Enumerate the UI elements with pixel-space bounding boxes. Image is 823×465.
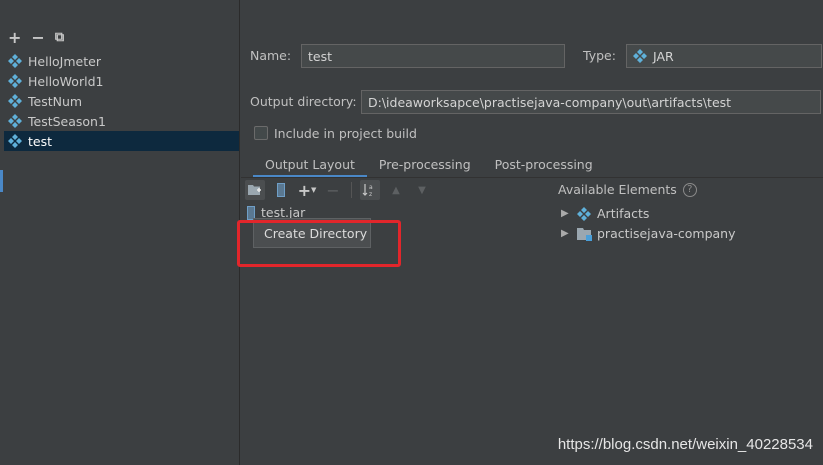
expand-arrow-icon[interactable]: ▶	[561, 228, 571, 239]
jar-artifact-icon	[8, 114, 22, 128]
artifact-list: HelloJmeter HelloWorld1 TestNum TestSeas…	[4, 51, 239, 151]
artifact-label: TestNum	[28, 93, 83, 109]
artifact-item-testnum[interactable]: TestNum	[4, 91, 239, 111]
available-item-label: practisejava-company	[597, 226, 736, 241]
tab-pre-processing[interactable]: Pre-processing	[367, 153, 483, 175]
include-in-build-checkbox[interactable]	[254, 126, 268, 140]
remove-artifact-button[interactable]: −	[31, 30, 44, 46]
new-folder-icon	[248, 185, 261, 195]
toolbar-separator	[351, 182, 352, 198]
artifact-item-testseason1[interactable]: TestSeason1	[4, 111, 239, 131]
output-directory-input[interactable]: D:\ideaworksapce\practisejava-company\ou…	[361, 90, 821, 114]
artifact-settings-panel: Name: test Type: JAR Output directory: D…	[237, 0, 823, 465]
artifact-item-test[interactable]: test	[4, 131, 239, 151]
sidebar-toolbar: + − ⧉	[8, 28, 64, 48]
name-value: test	[308, 48, 333, 64]
jar-type-icon	[633, 49, 647, 63]
remove-element-button[interactable]: −	[323, 180, 343, 200]
help-icon[interactable]: ?	[682, 182, 697, 197]
layout-tabs: Output Layout Pre-processing Post-proces…	[253, 153, 605, 178]
move-up-button[interactable]: ▲	[386, 180, 406, 200]
artifact-sidebar: + − ⧉ HelloJmeter HelloWorld1 TestNum Te…	[0, 0, 240, 465]
artifact-label: TestSeason1	[28, 113, 106, 129]
jar-artifact-icon	[8, 134, 22, 148]
create-directory-button[interactable]	[245, 180, 265, 200]
available-item-module[interactable]: ▶ practisejava-company	[561, 226, 736, 241]
arrow-up-icon: ▲	[392, 184, 400, 196]
expand-arrow-icon[interactable]: ▶	[561, 208, 571, 219]
artifact-item-hellojmeter[interactable]: HelloJmeter	[4, 51, 239, 71]
add-element-button[interactable]: + ▼	[297, 180, 317, 200]
artifact-item-helloworld1[interactable]: HelloWorld1	[4, 71, 239, 91]
jar-artifact-icon	[8, 94, 22, 108]
move-down-button[interactable]: ▼	[412, 180, 432, 200]
include-in-build-label: Include in project build	[274, 126, 417, 141]
svg-text:z: z	[369, 191, 372, 197]
available-elements-header: Available Elements ?	[558, 182, 697, 197]
sort-elements-button[interactable]: az	[360, 180, 380, 200]
module-folder-icon	[577, 227, 592, 241]
output-directory-label: Output directory:	[250, 94, 357, 109]
plus-icon: +	[297, 180, 311, 200]
tab-output-layout[interactable]: Output Layout	[253, 153, 367, 178]
jar-artifact-icon	[8, 74, 22, 88]
jar-artifact-icon	[8, 54, 22, 68]
artifact-label: HelloWorld1	[28, 73, 104, 89]
available-elements-title: Available Elements	[558, 182, 677, 197]
type-select[interactable]: JAR	[626, 44, 822, 68]
output-directory-value: D:\ideaworksapce\practisejava-company\ou…	[368, 94, 732, 110]
copy-artifact-button[interactable]: ⧉	[55, 30, 64, 46]
name-input[interactable]: test	[301, 44, 565, 68]
tab-post-processing[interactable]: Post-processing	[483, 153, 605, 175]
artifacts-icon	[577, 206, 591, 221]
artifact-label: test	[28, 133, 53, 149]
type-label: Type:	[583, 48, 616, 63]
chevron-down-icon: ▼	[311, 186, 317, 194]
available-item-label: Artifacts	[597, 206, 650, 221]
type-value: JAR	[653, 48, 674, 64]
sort-az-icon: az	[362, 184, 373, 197]
svg-text:a: a	[369, 184, 373, 191]
highlight-box	[237, 220, 401, 267]
watermark-text: https://blog.csdn.net/weixin_40228534	[557, 436, 813, 453]
arrow-down-icon: ▼	[418, 184, 426, 196]
available-item-artifacts[interactable]: ▶ Artifacts	[561, 206, 649, 221]
tabs-divider	[241, 177, 823, 178]
name-label: Name:	[250, 48, 292, 63]
add-archive-button[interactable]	[271, 180, 291, 200]
artifact-label: HelloJmeter	[28, 53, 101, 69]
scroll-accent	[0, 170, 3, 192]
minus-icon: −	[326, 180, 340, 200]
archive-icon	[277, 183, 285, 197]
layout-toolbar: + ▼ − az ▲ ▼	[245, 180, 432, 200]
add-artifact-button[interactable]: +	[8, 30, 21, 46]
